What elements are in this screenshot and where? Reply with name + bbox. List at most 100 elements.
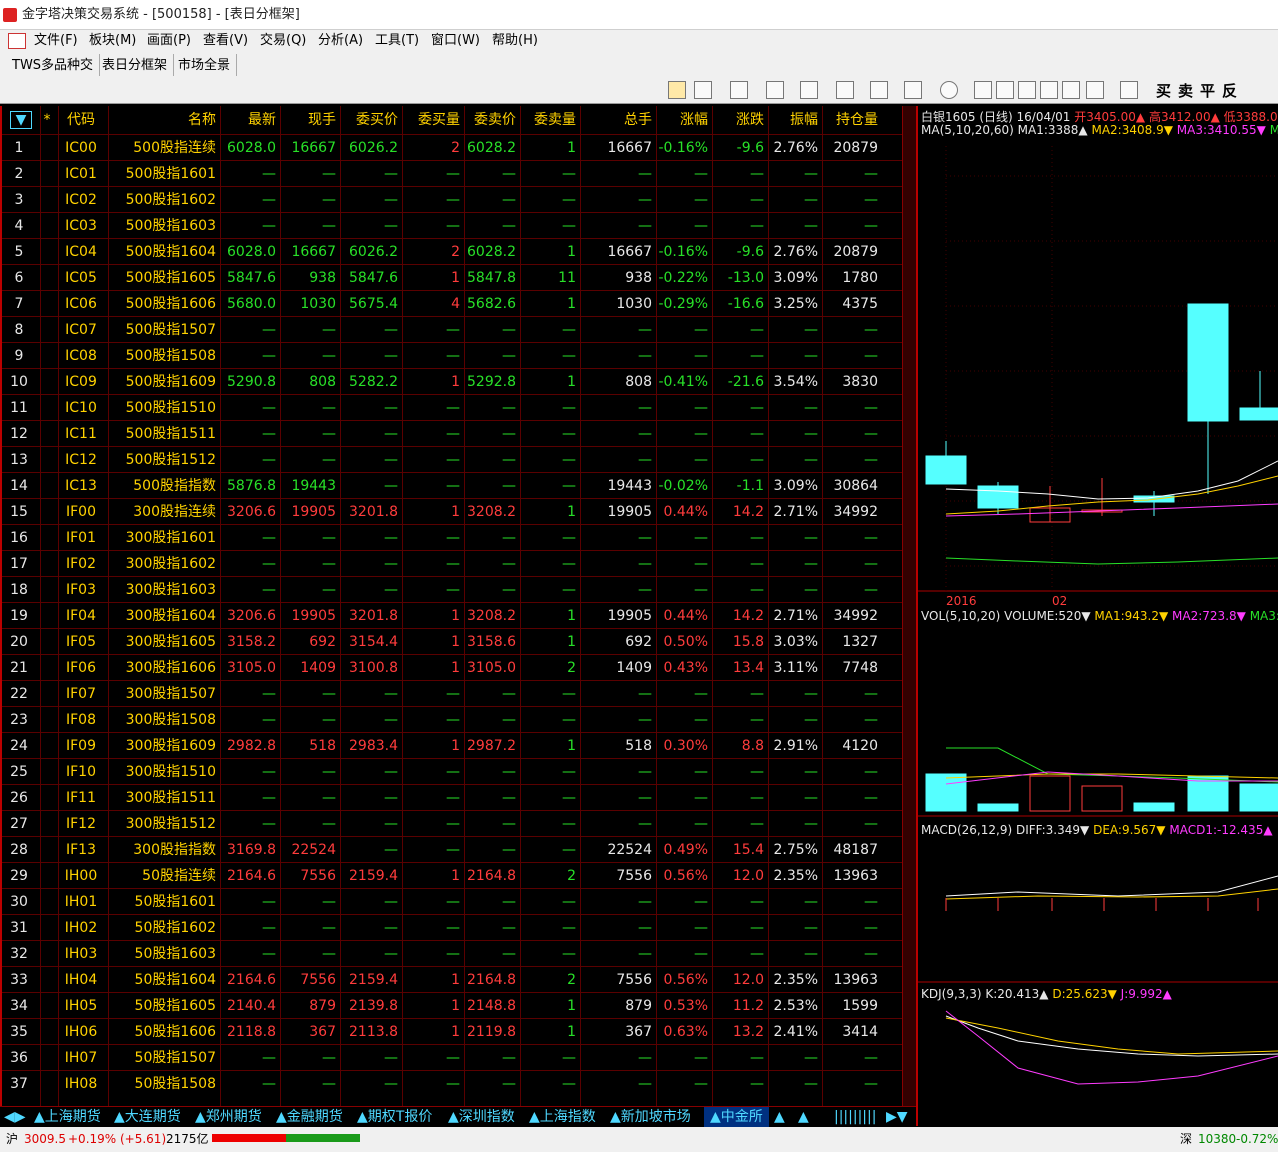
table-row[interactable]: 14 IC13 500股指指数 5876.8 19443 — — — — 19443 -0.02% -…	[2, 472, 902, 498]
table-row[interactable]: 28 IF13 300股指指数 3169.8 22524 — — — — 22524 0.49% 15…	[2, 836, 902, 862]
table-row[interactable]: 31 IH02 50股指1602 — — — — — — — — — — —	[2, 914, 902, 940]
header-undefined[interactable]: 持仓量	[822, 106, 878, 134]
table-row[interactable]: 2 IC01 500股指1601 — — — — — — — — — — —	[2, 160, 902, 186]
menu-analysis[interactable]: 分析(A)	[318, 30, 363, 52]
tab-singapore[interactable]: ▲新加坡市场	[610, 1107, 691, 1127]
rect-tool-icon[interactable]	[904, 81, 922, 99]
table-row[interactable]: 1 IC00 500股指连续 6028.0 16667 6026.2 2 6028.2 1 166…	[2, 134, 902, 160]
table-row[interactable]: 30 IH01 50股指1601 — — — — — — — — — — —	[2, 888, 902, 914]
table-row[interactable]: 33 IH04 50股指1604 2164.6 7556 2159.4 1 2164.8 2 75…	[2, 966, 902, 992]
tab-more-2[interactable]: ▲	[798, 1107, 809, 1127]
menu-trade[interactable]: 交易(Q)	[260, 30, 306, 52]
header-open-interest[interactable]: 振幅	[768, 106, 818, 134]
table-row[interactable]: 4 IC03 500股指1603 — — — — — — — — — — —	[2, 212, 902, 238]
table-row[interactable]: 19 IF04 300股指1604 3206.6 19905 3201.8 1 3208.2 1…	[2, 602, 902, 628]
table-row[interactable]: 24 IF09 300股指1609 2982.8 518 2983.4 1 2987.2 1 51…	[2, 732, 902, 758]
header-bid-price[interactable]: 现手	[280, 106, 336, 134]
table-row[interactable]: 22 IF07 300股指1507 — — — — — — — — — — —	[2, 680, 902, 706]
tab-shfe[interactable]: ▲上海期货	[34, 1107, 101, 1127]
menu-help[interactable]: 帮助(H)	[492, 30, 538, 52]
tab-market-overview[interactable]: 市场全景	[172, 54, 238, 76]
tab-options-t[interactable]: ▲期权T报价	[357, 1107, 432, 1127]
reverse-button[interactable]: 反	[1222, 80, 1237, 101]
header-change-pct[interactable]: 总手	[580, 106, 652, 134]
header-change[interactable]: 涨幅	[656, 106, 708, 134]
menu-view[interactable]: 查看(V)	[203, 30, 248, 52]
tab-scroll-right-icon[interactable]: ▶▼	[886, 1107, 908, 1127]
table-row[interactable]: 32 IH03 50股指1603 — — — — — — — — — — —	[2, 940, 902, 966]
cell-change-pct: —	[694, 1050, 708, 1066]
header-last-price[interactable]: 名称	[108, 106, 216, 134]
table-row[interactable]: 9 IC08 500股指1508 — — — — — — — — — — —	[2, 342, 902, 368]
table-row[interactable]: 3 IC02 500股指1602 — — — — — — — — — — —	[2, 186, 902, 212]
header-last-volume[interactable]: 最新	[220, 106, 276, 134]
table-row[interactable]: 7 IC06 500股指1606 5680.0 1030 5675.4 4 5682.6 1 10…	[2, 290, 902, 316]
copy-tool-icon[interactable]	[996, 81, 1014, 99]
tab-shanghai-index[interactable]: ▲上海指数	[529, 1107, 596, 1127]
table-row[interactable]: 25 IF10 300股指1510 — — — — — — — — — — —	[2, 758, 902, 784]
line-tool-icon[interactable]	[694, 81, 712, 99]
close-position-button[interactable]: 平	[1200, 80, 1215, 101]
tab-tws[interactable]: TWS多品种交	[6, 54, 101, 76]
table-row[interactable]: 37 IH08 50股指1508 — — — — — — — — — — —	[2, 1070, 902, 1096]
tab-cffex[interactable]: ▲中金所	[704, 1107, 769, 1127]
window-tool-icon[interactable]	[1062, 81, 1080, 99]
list-tool-icon[interactable]	[730, 81, 748, 99]
header-bid-volume[interactable]: 委买价	[340, 106, 398, 134]
menu-file[interactable]: 文件(F)	[34, 30, 78, 52]
table-row[interactable]: 29 IH00 50股指连续 2164.6 7556 2159.4 1 2164.8 2 7556…	[2, 862, 902, 888]
menu-tools[interactable]: 工具(T)	[375, 30, 419, 52]
table-row[interactable]: 8 IC07 500股指1507 — — — — — — — — — — —	[2, 316, 902, 342]
tab-czce[interactable]: ▲郑州期货	[195, 1107, 262, 1127]
edit-tool-icon[interactable]	[1018, 81, 1036, 99]
buy-button[interactable]: 买	[1156, 80, 1171, 101]
tab-dce[interactable]: ▲大连期货	[114, 1107, 181, 1127]
tab-table-frame[interactable]: 表日分框架	[96, 54, 175, 76]
tab-scroll-handle[interactable]: |||||||||	[834, 1107, 876, 1127]
table-row[interactable]: 15 IF00 300股指连续 3206.6 19905 3201.8 1 3208.2 1 19…	[2, 498, 902, 524]
app-menu-icon[interactable]	[8, 33, 26, 49]
table-row[interactable]: 16 IF01 300股指1601 — — — — — — — — — — —	[2, 524, 902, 550]
grid-tool-icon[interactable]	[1086, 81, 1104, 99]
table-row[interactable]: 10 IC09 500股指1609 5290.8 808 5282.2 1 5292.8 1 80…	[2, 368, 902, 394]
sort-dropdown-icon[interactable]: ▼	[10, 111, 32, 129]
tab-shenzhen-index[interactable]: ▲深圳指数	[448, 1107, 515, 1127]
table-row[interactable]: 36 IH07 50股指1507 — — — — — — — — — — —	[2, 1044, 902, 1070]
header-ask-price[interactable]: 委买量	[402, 106, 460, 134]
header-ask-volume[interactable]: 委卖价	[464, 106, 516, 134]
table-row[interactable]: 23 IF08 300股指1508 — — — — — — — — — — —	[2, 706, 902, 732]
sell-button[interactable]: 卖	[1178, 80, 1193, 101]
table-row[interactable]: 6 IC05 500股指1605 5847.6 938 5847.6 1 5847.8 11 93…	[2, 264, 902, 290]
table-row[interactable]: 17 IF02 300股指1602 — — — — — — — — — — —	[2, 550, 902, 576]
circle-tool-icon[interactable]	[940, 81, 958, 99]
header-code[interactable]: *	[40, 106, 54, 134]
table-row[interactable]: 26 IF11 300股指1511 — — — — — — — — — — —	[2, 784, 902, 810]
table-row[interactable]: 5 IC04 500股指1604 6028.0 16667 6026.2 2 6028.2 1 1…	[2, 238, 902, 264]
bar-tool-icon[interactable]	[766, 81, 784, 99]
table-row[interactable]: 12 IC11 500股指1511 — — — — — — — — — — —	[2, 420, 902, 446]
table-row[interactable]: 18 IF03 300股指1603 — — — — — — — — — — —	[2, 576, 902, 602]
menu-view-page[interactable]: 画面(P)	[147, 30, 191, 52]
table-row[interactable]: 21 IF06 300股指1606 3105.0 1409 3100.8 1 3105.0 2 1…	[2, 654, 902, 680]
header-total-volume[interactable]: 委卖量	[520, 106, 576, 134]
table-row[interactable]: 11 IC10 500股指1510 — — — — — — — — — — —	[2, 394, 902, 420]
table-row[interactable]: 35 IH06 50股指1606 2118.8 367 2113.8 1 2119.8 1 367…	[2, 1018, 902, 1044]
chart-tool-icon[interactable]	[836, 81, 854, 99]
table-row[interactable]: 34 IH05 50股指1605 2140.4 879 2139.8 1 2148.8 1 879…	[2, 992, 902, 1018]
tab-scroll-left-icon[interactable]: ◀▶	[4, 1107, 26, 1127]
draw-tool-icon[interactable]	[800, 81, 818, 99]
order-tool-icon[interactable]	[1120, 81, 1138, 99]
menu-window[interactable]: 窗口(W)	[431, 30, 480, 52]
menu-sector[interactable]: 板块(M)	[89, 30, 136, 52]
tab-more-1[interactable]: ▲	[774, 1107, 785, 1127]
erase-tool-icon[interactable]	[1040, 81, 1058, 99]
text-tool-icon[interactable]	[974, 81, 992, 99]
tab-financial-futures[interactable]: ▲金融期货	[276, 1107, 343, 1127]
fill-tool-icon[interactable]	[870, 81, 888, 99]
table-row[interactable]: 13 IC12 500股指1512 — — — — — — — — — — —	[2, 446, 902, 472]
header-amplitude[interactable]: 涨跌	[712, 106, 764, 134]
header-name[interactable]: 代码	[58, 106, 104, 134]
table-row[interactable]: 27 IF12 300股指1512 — — — — — — — — — — —	[2, 810, 902, 836]
cursor-tool-icon[interactable]	[668, 81, 686, 99]
table-row[interactable]: 20 IF05 300股指1605 3158.2 692 3154.4 1 3158.6 1 69…	[2, 628, 902, 654]
